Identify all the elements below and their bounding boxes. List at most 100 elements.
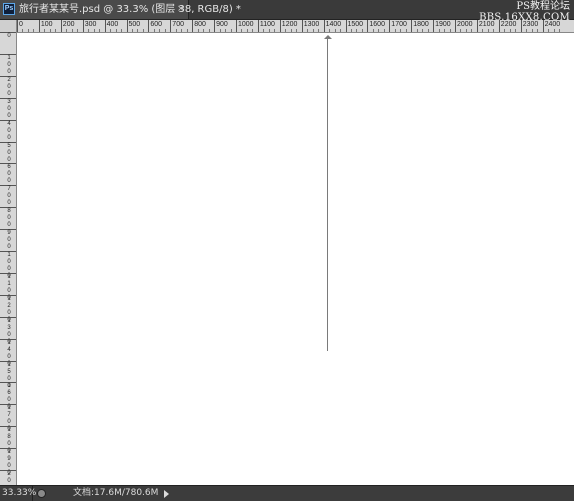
ruler-label: 300 [7, 98, 11, 119]
ruler-minor-tick [537, 29, 539, 32]
ruler-minor-tick [66, 29, 68, 32]
ruler-minor-tick [164, 29, 166, 32]
ruler-minor-tick [559, 29, 561, 32]
ruler-label: 2000 [7, 471, 11, 484]
ruler-minor-tick [465, 29, 467, 32]
ruler-minor-tick [268, 29, 270, 32]
ruler-minor-tick [378, 29, 380, 32]
ruler-minor-tick [493, 29, 495, 32]
status-info-icon[interactable] [37, 489, 46, 498]
document-tab[interactable]: Ps 旅行者某某号.psd @ 33.3% (图层 38, RGB/8) * × [0, 0, 241, 19]
ruler-label: 1400 [325, 21, 342, 28]
ruler-label: 1700 [391, 21, 407, 28]
ruler-minor-tick [27, 29, 29, 32]
ruler-minor-tick [93, 29, 95, 32]
ruler-minor-tick [290, 29, 292, 32]
ruler-minor-tick [142, 29, 144, 32]
ruler-minor-tick [356, 29, 358, 32]
ruler-label: 2400 [544, 21, 561, 28]
ruler-label: 1900 [435, 21, 451, 28]
ruler-label: 2000 [457, 21, 473, 28]
ruler-minor-tick [33, 29, 35, 32]
ruler-minor-tick [208, 29, 210, 32]
ruler-minor-tick [487, 29, 489, 32]
ruler-minor-tick [115, 29, 117, 32]
ruler-minor-tick [350, 29, 352, 32]
document-canvas[interactable] [17, 33, 574, 485]
ruler-minor-tick [427, 29, 429, 32]
ruler-minor-tick [318, 29, 320, 32]
ruler-label: 1200 [281, 21, 298, 28]
ruler-minor-tick [137, 29, 139, 32]
ruler-label: 1500 [347, 21, 364, 28]
ruler-minor-tick [203, 29, 205, 32]
ruler-minor-tick [181, 29, 183, 32]
ruler-minor-tick [307, 29, 309, 32]
ruler-minor-tick [548, 29, 550, 32]
status-menu-arrow-icon[interactable] [164, 490, 169, 498]
ruler-minor-tick [197, 29, 199, 32]
ruler-minor-tick [230, 29, 232, 32]
ruler-minor-tick [225, 29, 227, 32]
ruler-minor-tick [153, 29, 155, 32]
ruler-label: 900 [7, 230, 11, 251]
ruler-minor-tick [241, 29, 243, 32]
ruler-minor-tick [131, 29, 133, 32]
ruler-minor-tick [471, 29, 473, 32]
ruler-minor-tick [77, 29, 79, 32]
ruler-minor-tick [449, 29, 451, 32]
ruler-minor-tick [482, 29, 484, 32]
ruler-label: 1000 [238, 21, 254, 28]
ruler-minor-tick [246, 29, 248, 32]
ruler-minor-tick [405, 29, 407, 32]
ruler-minor-tick [312, 29, 314, 32]
ruler-minor-tick [49, 29, 51, 32]
horizontal-ruler[interactable]: 0 100 200 300 400 500 600 700 800 900 1000 1100 1200… [17, 20, 574, 33]
ruler-minor-tick [121, 29, 123, 32]
ruler-minor-tick [372, 29, 374, 32]
vertical-guide[interactable] [327, 38, 328, 351]
ruler-minor-tick [252, 29, 254, 32]
ruler-minor-tick [110, 29, 112, 32]
watermark-line-1: PS教程论坛 [516, 1, 570, 12]
vertical-ruler[interactable]: 0100200300400500600700800900100011001200… [0, 32, 17, 485]
ruler-minor-tick [531, 29, 533, 32]
ruler-minor-tick [159, 29, 161, 32]
ruler-label: 1100 [259, 21, 275, 28]
ruler-label: 100 [7, 54, 11, 75]
photoshop-logo-icon: Ps [3, 3, 15, 15]
ruler-minor-tick [186, 29, 188, 32]
status-bar: 33.33% 文档:17.6M/780.6M [0, 485, 574, 501]
close-tab-icon[interactable]: × [177, 3, 185, 15]
ruler-minor-tick [509, 29, 511, 32]
ruler-label: 600 [7, 164, 11, 185]
ruler-label: 200 [7, 76, 11, 97]
ruler-minor-tick [334, 29, 336, 32]
ruler-label: 500 [7, 142, 11, 163]
ruler-minor-tick [44, 29, 46, 32]
ruler-label: 2300 [522, 21, 539, 28]
ruler-minor-tick [55, 29, 57, 32]
ruler-minor-tick [526, 29, 528, 32]
ruler-label: 700 [7, 186, 11, 207]
ruler-minor-tick [444, 29, 446, 32]
ruler-minor-tick [438, 29, 440, 32]
document-size: 文档:17.6M/780.6M [73, 488, 159, 498]
ruler-minor-tick [416, 29, 418, 32]
ruler-label: 0 [7, 33, 11, 39]
ruler-minor-tick [361, 29, 363, 32]
ruler-minor-tick [296, 29, 298, 32]
ruler-label: 1300 [303, 21, 320, 28]
ruler-label: 400 [7, 120, 11, 141]
ruler-minor-tick [88, 29, 90, 32]
ruler-label: 1600 [369, 21, 385, 28]
ruler-minor-tick [515, 29, 517, 32]
document-tab-bar: Ps 旅行者某某号.psd @ 33.3% (图层 38, RGB/8) * ×… [0, 0, 574, 23]
ruler-minor-tick [460, 29, 462, 32]
document-tab-title[interactable]: 旅行者某某号.psd @ 33.3% (图层 38, RGB/8) * [19, 3, 241, 16]
ruler-minor-tick [329, 29, 331, 32]
ruler-minor-tick [504, 29, 506, 32]
ruler-minor-tick [422, 29, 424, 32]
zoom-level[interactable]: 33.33% [2, 486, 36, 501]
ruler-minor-tick [340, 29, 342, 32]
